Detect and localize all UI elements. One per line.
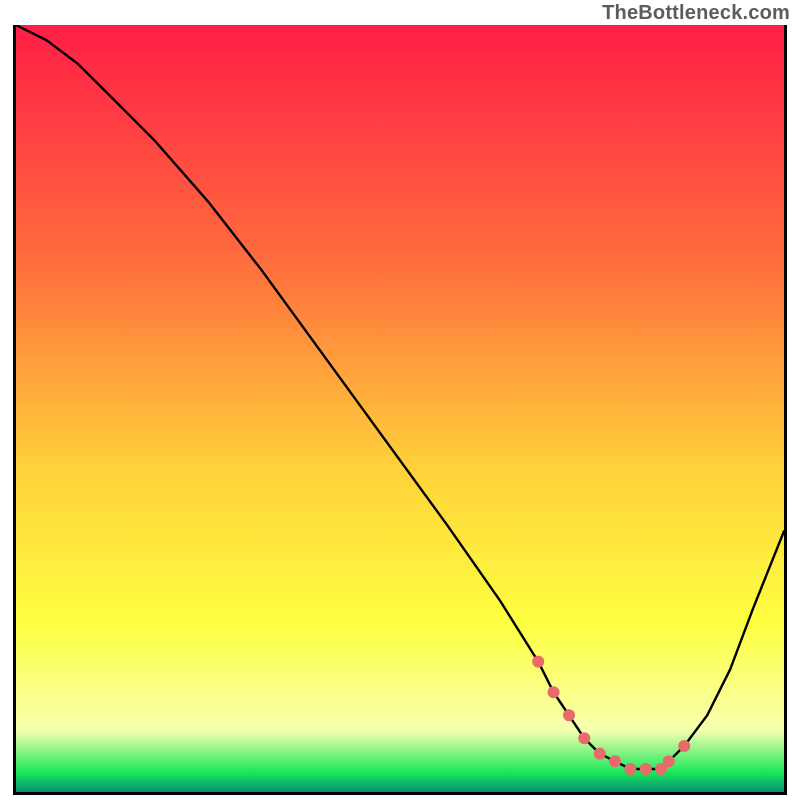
valley-marker xyxy=(640,763,652,775)
valley-marker xyxy=(594,748,606,760)
valley-marker xyxy=(678,740,690,752)
valley-marker xyxy=(578,732,590,744)
plot-frame xyxy=(13,25,787,795)
valley-marker xyxy=(548,686,560,698)
chart-stage: TheBottleneck.com xyxy=(0,0,800,800)
valley-marker xyxy=(609,755,621,767)
gradient-background xyxy=(16,25,784,792)
valley-marker xyxy=(532,656,544,668)
valley-marker xyxy=(563,709,575,721)
watermark-label: TheBottleneck.com xyxy=(602,2,790,25)
plot-svg xyxy=(16,25,784,792)
valley-marker xyxy=(624,763,636,775)
valley-marker xyxy=(663,755,675,767)
